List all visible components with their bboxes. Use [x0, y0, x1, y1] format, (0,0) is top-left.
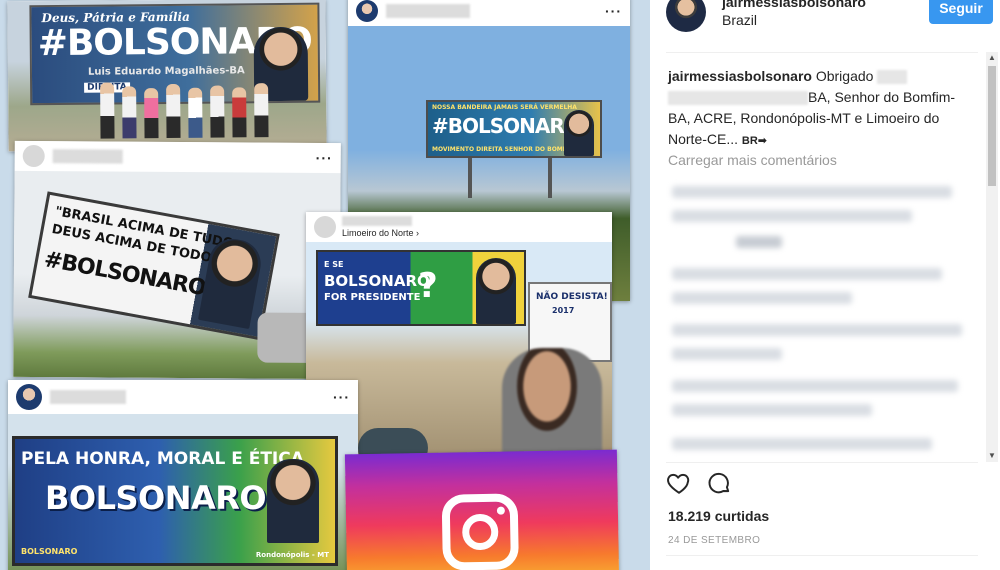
post-caption: jairmessiasbolsonaro Obrigado BA, Senhor…	[668, 66, 968, 152]
billboard-headline: #BOLSONARO	[432, 114, 581, 138]
card-header: Limoeiro do Norte ›	[306, 212, 612, 242]
collage-card-rondonopolis: ··· PELA HONRA, MORAL E ÉTICA BOLSONARO …	[8, 380, 358, 570]
translate-link[interactable]: BR➡	[742, 135, 767, 147]
portrait	[476, 258, 516, 324]
follow-button[interactable]: Seguir	[929, 0, 993, 24]
comments-scrollbar[interactable]: ▲ ▼	[986, 52, 998, 462]
scroll-thumb[interactable]	[988, 66, 996, 186]
card-location[interactable]: Limoeiro do Norte ›	[342, 228, 419, 238]
portrait	[564, 110, 594, 156]
footer-divider	[666, 555, 978, 556]
caption-redacted	[668, 91, 808, 106]
card-username-blurred	[50, 390, 126, 404]
people-group	[100, 81, 276, 141]
billboard-small: E SE	[324, 260, 344, 269]
billboard-top-text: NOSSA BANDEIRA JAMAIS SERÁ VERMELHA	[432, 104, 577, 111]
person-selfie	[502, 348, 602, 462]
header-divider	[666, 52, 978, 53]
billboard-post	[548, 158, 552, 198]
heart-icon[interactable]	[666, 470, 692, 496]
post-side-panel: jairmessiasbolsonaro Brazil Seguir jairm…	[650, 0, 1000, 570]
card-username-blurred	[52, 149, 123, 164]
card-header: ···	[14, 140, 341, 174]
profile-username[interactable]: jairmessiasbolsonaro	[722, 0, 866, 10]
billboard: "BRASIL ACIMA DE TUDO, DEUS ACIMA DE TOD…	[28, 191, 280, 341]
collage-card-instagram-logo	[344, 449, 620, 570]
billboard-side-year: 2017	[552, 306, 575, 315]
caption-redacted	[877, 70, 908, 85]
billboard-headline: BOLSONARO	[45, 479, 267, 517]
ellipsis-icon[interactable]: ···	[333, 389, 350, 405]
instagram-icon	[441, 493, 519, 570]
billboard-side-text: NÃO DESISTA!	[536, 292, 608, 302]
post-date[interactable]: 24 DE SETEMBRO	[668, 535, 760, 546]
billboard-badge: BOLSONARO	[21, 547, 78, 556]
collage-card-brasil-acima: ··· "BRASIL ACIMA DE TUDO, DEUS ACIMA DE…	[13, 140, 341, 380]
comment-icon[interactable]	[706, 470, 732, 496]
billboard-line: PELA HONRA, MORAL E ÉTICA	[21, 449, 304, 469]
post-actions	[666, 470, 732, 498]
likes-count[interactable]: 18.219 curtidas	[668, 508, 769, 524]
billboard-sub: FOR PRESIDENTE	[324, 292, 421, 303]
billboard-post	[468, 158, 472, 198]
ellipsis-icon[interactable]: ···	[316, 150, 333, 166]
billboard-headline: BOLSONARO	[324, 272, 430, 290]
comments-list-blurred	[666, 176, 984, 461]
billboard-sub: Luis Eduardo Magalhães-BA	[87, 65, 245, 78]
load-more-comments-link[interactable]: Carregar mais comentários	[668, 152, 837, 168]
portrait	[197, 235, 265, 330]
billboard-photo: PELA HONRA, MORAL E ÉTICA BOLSONARO Rond…	[8, 414, 358, 570]
scroll-down-arrow-icon[interactable]: ▼	[986, 450, 998, 462]
card-avatar	[16, 384, 42, 410]
post-image-collage: Deus, Pátria e Família #BOLSONARO Luis E…	[0, 0, 650, 570]
caption-text-start: Obrigado	[815, 68, 874, 84]
card-username-blurred	[386, 4, 470, 18]
billboard: NOSSA BANDEIRA JAMAIS SERÁ VERMELHA #BOL…	[426, 100, 602, 158]
billboard-corner: Rondonópolis - MT	[255, 551, 329, 559]
profile-avatar[interactable]	[666, 0, 706, 32]
collage-card-luis-eduardo: Deus, Pátria e Família #BOLSONARO Luis E…	[7, 0, 327, 152]
billboard-photo: Deus, Pátria e Família #BOLSONARO Luis E…	[7, 0, 327, 152]
billboard-photo: "BRASIL ACIMA DE TUDO, DEUS ACIMA DE TOD…	[13, 170, 341, 380]
billboard-question: ?	[418, 266, 438, 306]
post-header: jairmessiasbolsonaro Brazil Seguir	[666, 0, 993, 50]
card-avatar	[314, 216, 336, 238]
portrait	[267, 459, 319, 543]
billboard: PELA HONRA, MORAL E ÉTICA BOLSONARO Rond…	[12, 436, 338, 566]
billboard: E SE BOLSONARO FOR PRESIDENTE ?	[316, 250, 526, 326]
card-avatar	[356, 0, 378, 22]
scroll-up-arrow-icon[interactable]: ▲	[986, 52, 998, 64]
card-header: ···	[348, 0, 630, 26]
post-location[interactable]: Brazil	[722, 12, 757, 28]
ellipsis-icon[interactable]: ···	[605, 3, 622, 19]
card-avatar	[22, 144, 45, 168]
caption-username[interactable]: jairmessiasbolsonaro	[668, 68, 812, 84]
actions-divider	[666, 462, 978, 463]
card-header: ···	[8, 380, 358, 414]
card-username-blurred	[342, 216, 412, 226]
